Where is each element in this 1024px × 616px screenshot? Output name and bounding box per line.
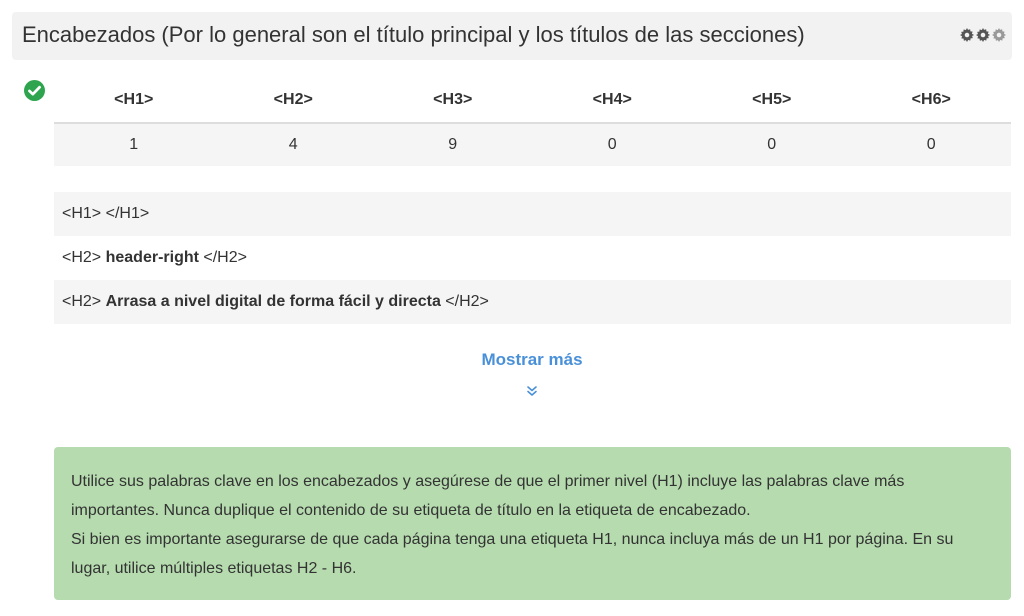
advice-text: Utilice sus palabras clave en los encabe… — [71, 473, 905, 519]
table-header-row: <H1> <H2> <H3> <H4> <H5> <H6> — [54, 78, 1011, 124]
count-h5: 0 — [692, 123, 852, 166]
column-header-h1: <H1> — [54, 78, 214, 124]
column-header-h3: <H3> — [373, 78, 533, 124]
list-item: <H2> Arrasa a nivel digital de forma fác… — [54, 280, 1011, 324]
list-item: <H1> </H1> — [54, 192, 1011, 236]
open-tag: <H1> — [62, 205, 102, 222]
column-header-h2: <H2> — [213, 78, 373, 124]
section-title: Encabezados (Por lo general son el títul… — [22, 22, 805, 47]
column-header-h4: <H4> — [532, 78, 692, 124]
count-h3: 9 — [373, 123, 533, 166]
heading-text: header-right — [105, 249, 199, 266]
check-circle-icon — [24, 80, 45, 101]
open-tag: <H2> — [62, 293, 102, 310]
advice-text: Si bien es importante asegurarse de que … — [71, 531, 954, 577]
column-header-h6: <H6> — [851, 78, 1011, 124]
count-h2: 4 — [213, 123, 373, 166]
count-h1: 1 — [54, 123, 214, 166]
settings-icons[interactable] — [960, 28, 1006, 42]
count-h6: 0 — [851, 123, 1011, 166]
list-item: <H2> header-right </H2> — [54, 236, 1011, 280]
heading-list: <H1> </H1> <H2> header-right </H2> <H2> … — [54, 192, 1011, 324]
gear-icon[interactable] — [992, 28, 1006, 42]
advice-box: Utilice sus palabras clave en los encabe… — [54, 447, 1011, 600]
section-header: Encabezados (Por lo general son el títul… — [12, 12, 1012, 60]
close-tag: </H1> — [105, 205, 150, 222]
open-tag: <H2> — [62, 249, 102, 266]
show-more-link[interactable]: Mostrar más — [0, 350, 1024, 370]
close-tag: </H2> — [203, 249, 247, 266]
gear-icon[interactable] — [960, 28, 974, 42]
close-tag: </H2> — [445, 293, 489, 310]
heading-counts-table: <H1> <H2> <H3> <H4> <H5> <H6> 1 4 9 0 0 … — [54, 78, 1011, 166]
heading-text: Arrasa a nivel digital de forma fácil y … — [105, 293, 441, 310]
double-chevron-down-icon[interactable] — [526, 385, 538, 397]
table-row: 1 4 9 0 0 0 — [54, 123, 1011, 166]
count-h4: 0 — [532, 123, 692, 166]
gear-icon[interactable] — [976, 28, 990, 42]
column-header-h5: <H5> — [692, 78, 852, 124]
